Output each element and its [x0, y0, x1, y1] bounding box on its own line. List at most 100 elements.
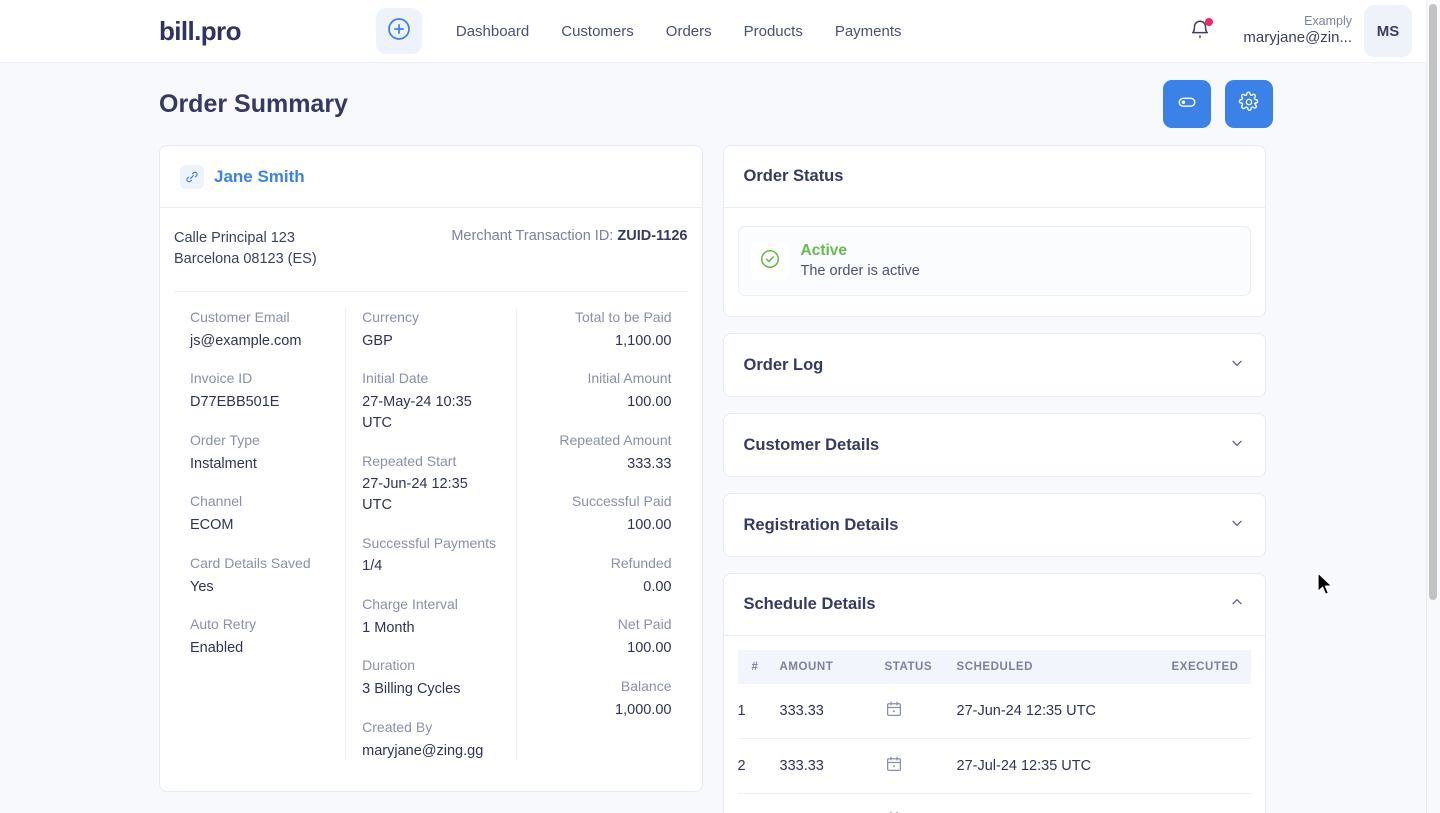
field-created-by: Created By maryjane@zing.gg	[362, 718, 500, 761]
status-badge: Active The order is active	[737, 226, 1251, 297]
calendar-icon	[885, 702, 903, 722]
merchant-transaction-id-value: ZUID-1126	[617, 228, 688, 244]
app-viewport: bill.pro Dashboard Customers Orders Prod…	[0, 0, 1440, 813]
detail-column-3: Total to be Paid 1,100.00 Initial Amount…	[516, 308, 687, 762]
nav-item-products[interactable]: Products	[728, 23, 819, 40]
column-header-amount: AMOUNT	[779, 650, 885, 685]
field-value: Enabled	[190, 640, 244, 657]
column-header-scheduled: SCHEDULED	[956, 650, 1172, 685]
field-label: Customer Email	[190, 309, 290, 326]
field-initial-date: Initial Date 27-May-24 10:35 UTC	[362, 369, 500, 433]
avatar[interactable]: MS	[1364, 5, 1412, 57]
cell-amount: 333.33	[779, 684, 885, 740]
notifications-button[interactable]	[1183, 14, 1217, 48]
left-column: Jane Smith Calle Principal 123 Barcelona…	[159, 145, 703, 813]
field-card-details-saved: Card Details Saved Yes	[190, 554, 329, 597]
detail-column-2: Currency GBP Initial Date 27-May-24 10:3…	[345, 308, 516, 762]
field-value: 100.00	[627, 517, 672, 534]
cell-status	[884, 793, 957, 813]
field-label: Initial Amount	[587, 370, 672, 387]
notification-badge-dot	[1205, 18, 1214, 26]
table-row[interactable]: 1 333.33 27-Jun-24 12:35 UTC	[737, 684, 1251, 740]
page-scrollbar-track[interactable]	[1426, 0, 1440, 813]
field-value: 27-Jun-24 12:35 UTC	[362, 476, 468, 513]
field-value: 1/4	[362, 558, 383, 575]
field-repeated-start: Repeated Start 27-Jun-24 12:35 UTC	[362, 452, 500, 516]
field-successful-payments: Successful Payments 1/4	[362, 534, 500, 577]
field-label: Repeated Start	[362, 452, 457, 469]
toggle-switch-icon	[1176, 91, 1198, 118]
accordion-customer-details-header[interactable]: Customer Details	[724, 414, 1266, 476]
field-currency: Currency GBP	[362, 308, 500, 351]
add-new-button[interactable]	[375, 8, 422, 54]
nav-item-dashboard[interactable]: Dashboard	[440, 23, 545, 40]
column-header-executed: EXECUTED	[1171, 650, 1251, 685]
user-account-info[interactable]: Examply maryjane@zin...	[1243, 14, 1352, 48]
nav-item-customers[interactable]: Customers	[545, 23, 650, 40]
nav-item-payments[interactable]: Payments	[819, 23, 918, 40]
order-status-body: Active The order is active	[724, 208, 1266, 316]
field-duration: Duration 3 Billing Cycles	[362, 656, 500, 699]
toggle-view-button[interactable]	[1163, 80, 1211, 128]
status-subtitle: The order is active	[800, 262, 920, 279]
accordion-title: Customer Details	[743, 435, 880, 454]
check-circle-icon	[759, 248, 781, 275]
field-label: Channel	[190, 493, 243, 510]
chevron-down-icon[interactable]	[1229, 435, 1245, 456]
field-value: js@example.com	[190, 332, 302, 349]
brand-logo[interactable]: bill.pro	[159, 16, 241, 47]
field-value: 3 Billing Cycles	[362, 681, 461, 698]
table-row[interactable]: 2 333.33 27-Jul-24 12:35 UTC	[737, 738, 1251, 795]
accordion-schedule-details-header[interactable]: Schedule Details	[723, 574, 1265, 637]
link-icon[interactable]	[180, 164, 204, 189]
field-value: 1 Month	[362, 619, 415, 636]
cell-amount: 333.34	[779, 793, 885, 813]
schedule-table-container: # AMOUNT STATUS SCHEDULED EXECUTED 1 333…	[724, 636, 1266, 813]
field-label: Successful Paid	[571, 493, 672, 510]
accordion-schedule-details: Schedule Details # AMOUNT STATUS SCHEDUL…	[722, 573, 1266, 813]
chevron-down-icon[interactable]	[1229, 515, 1245, 536]
schedule-table-head: # AMOUNT STATUS SCHEDULED EXECUTED	[737, 650, 1251, 685]
field-net-paid: Net Paid 100.00	[533, 615, 672, 658]
field-label: Duration	[362, 657, 416, 674]
field-invoice-id: Invoice ID D77EBB501E	[190, 369, 329, 412]
field-charge-interval: Charge Interval 1 Month	[362, 595, 500, 638]
right-column: Order Status Active The order is active …	[722, 145, 1266, 813]
chevron-up-icon[interactable]	[1229, 594, 1245, 615]
field-label: Charge Interval	[362, 596, 458, 612]
field-order-type: Order Type Instalment	[190, 431, 329, 474]
chevron-down-icon[interactable]	[1229, 355, 1245, 376]
field-value: Instalment	[190, 455, 257, 472]
field-label: Net Paid	[617, 616, 672, 633]
page-scrollbar-thumb[interactable]	[1429, 4, 1437, 600]
settings-button[interactable]	[1225, 80, 1273, 128]
status-text-block: Active The order is active	[801, 241, 920, 281]
field-label: Invoice ID	[190, 370, 253, 387]
nav-item-orders[interactable]: Orders	[650, 23, 728, 40]
mouse-cursor	[1316, 571, 1334, 603]
field-value: 1,000.00	[615, 701, 672, 718]
accordion-order-log-header[interactable]: Order Log	[724, 334, 1266, 396]
field-value: GBP	[362, 332, 393, 349]
merchant-transaction-id-label: Merchant Transaction ID:	[451, 228, 614, 244]
cell-number: 2	[737, 738, 780, 795]
accordion-registration-details-header[interactable]: Registration Details	[724, 494, 1266, 556]
field-label: Balance	[620, 677, 672, 694]
calendar-icon	[885, 757, 903, 777]
address-and-txn-row: Calle Principal 123 Barcelona 08123 (ES)…	[174, 228, 688, 270]
gear-icon	[1238, 91, 1260, 118]
customer-name-link[interactable]: Jane Smith	[214, 167, 305, 187]
cell-amount: 333.33	[779, 738, 885, 795]
field-value: 1,100.00	[615, 332, 672, 349]
accordion-registration-details: Registration Details	[722, 493, 1266, 558]
address-line-2: Barcelona 08123 (ES)	[174, 251, 317, 268]
field-label: Refunded	[610, 554, 672, 571]
main-content: Jane Smith Calle Principal 123 Barcelona…	[159, 145, 1266, 813]
table-header-row: # AMOUNT STATUS SCHEDULED EXECUTED	[737, 650, 1251, 685]
customer-card-body: Calle Principal 123 Barcelona 08123 (ES)…	[160, 208, 702, 791]
cell-status	[884, 738, 957, 795]
table-row[interactable]: 3 333.34	[737, 793, 1251, 813]
field-value: Yes	[190, 578, 214, 595]
plus-circle-icon	[386, 16, 412, 47]
field-auto-retry: Auto Retry Enabled	[190, 615, 329, 658]
